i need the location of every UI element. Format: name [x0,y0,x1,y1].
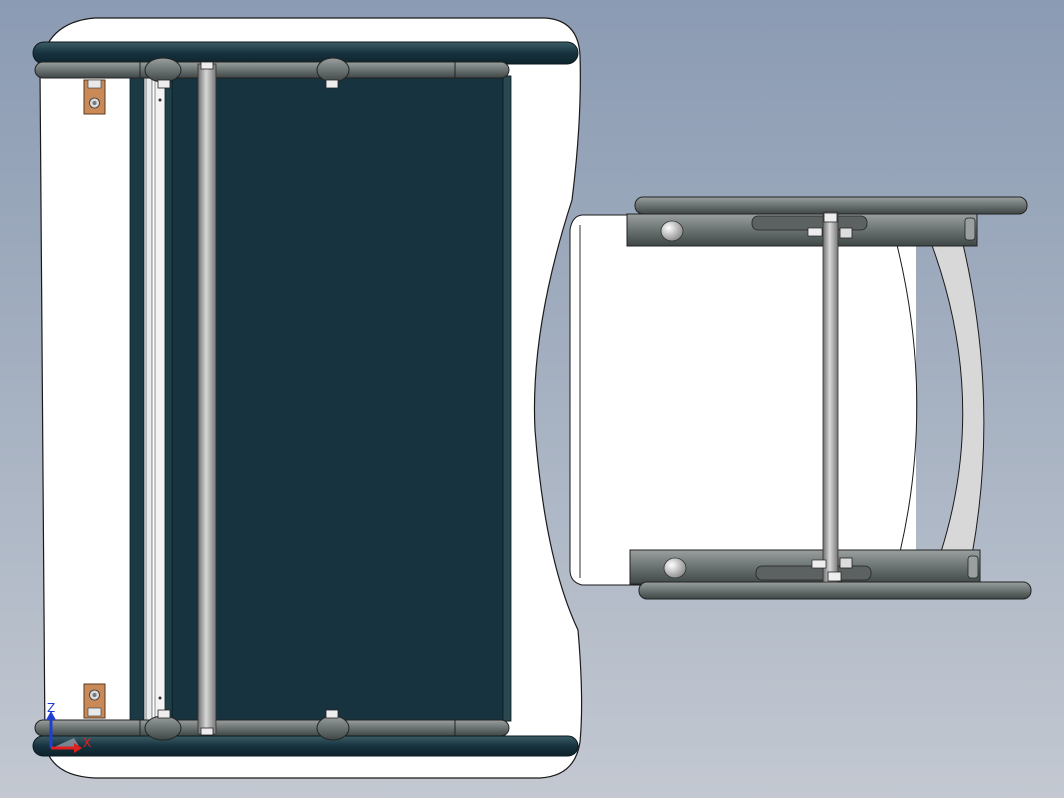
nut-bottom-1 [157,709,171,719]
nut-bottom-2 [325,709,339,719]
cad-viewport[interactable]: Z X [0,0,1064,798]
right-nut-top [823,212,838,223]
top-hub-2 [316,57,350,83]
curved-backrest-outer [929,239,985,556]
nut-top-3 [200,61,214,70]
nut-top-1 [157,79,171,89]
right-white-body [596,246,916,552]
right-bottom-handle [638,581,1032,600]
top-hub-1 [144,57,182,83]
right-clip-top [807,227,823,237]
vertical-axle-rod [197,63,217,735]
rail-dot-bottom [158,696,162,700]
top-handle-tube [32,41,579,65]
right-top-knob [660,220,684,242]
rail-dot-top [158,98,162,102]
bottom-frame-tube [34,719,510,737]
bottom-bracket [83,683,106,719]
left-assembly[interactable] [32,17,583,779]
right-assembly[interactable] [569,196,1032,600]
left-rail-dark-2 [164,77,173,721]
right-top-handle [634,196,1028,215]
left-rail-light [145,77,153,721]
right-clip-bottom [811,559,827,569]
bottom-handle-tube [32,735,579,757]
z-axis-label: Z [47,701,55,715]
right-nut-top-2 [839,227,853,239]
top-bracket [83,79,106,115]
right-bottom-knob [663,557,687,579]
right-top-endcap [964,217,976,241]
left-rail-strip [154,79,166,721]
board-inner-edge [502,75,512,722]
dark-board-panel [171,75,511,722]
right-bottom-endcap [967,555,979,579]
top-frame-tube [34,61,510,79]
nut-top-2 [325,79,339,89]
right-nut-bottom [827,571,842,582]
right-vertical-rod [822,211,839,583]
right-nut-bottom-2 [839,557,853,569]
nut-bottom-3 [200,727,214,736]
x-axis-label: X [83,736,91,750]
bottom-hub-2 [316,715,350,741]
left-rail-dark [129,77,145,721]
bottom-hub-1 [144,715,182,741]
